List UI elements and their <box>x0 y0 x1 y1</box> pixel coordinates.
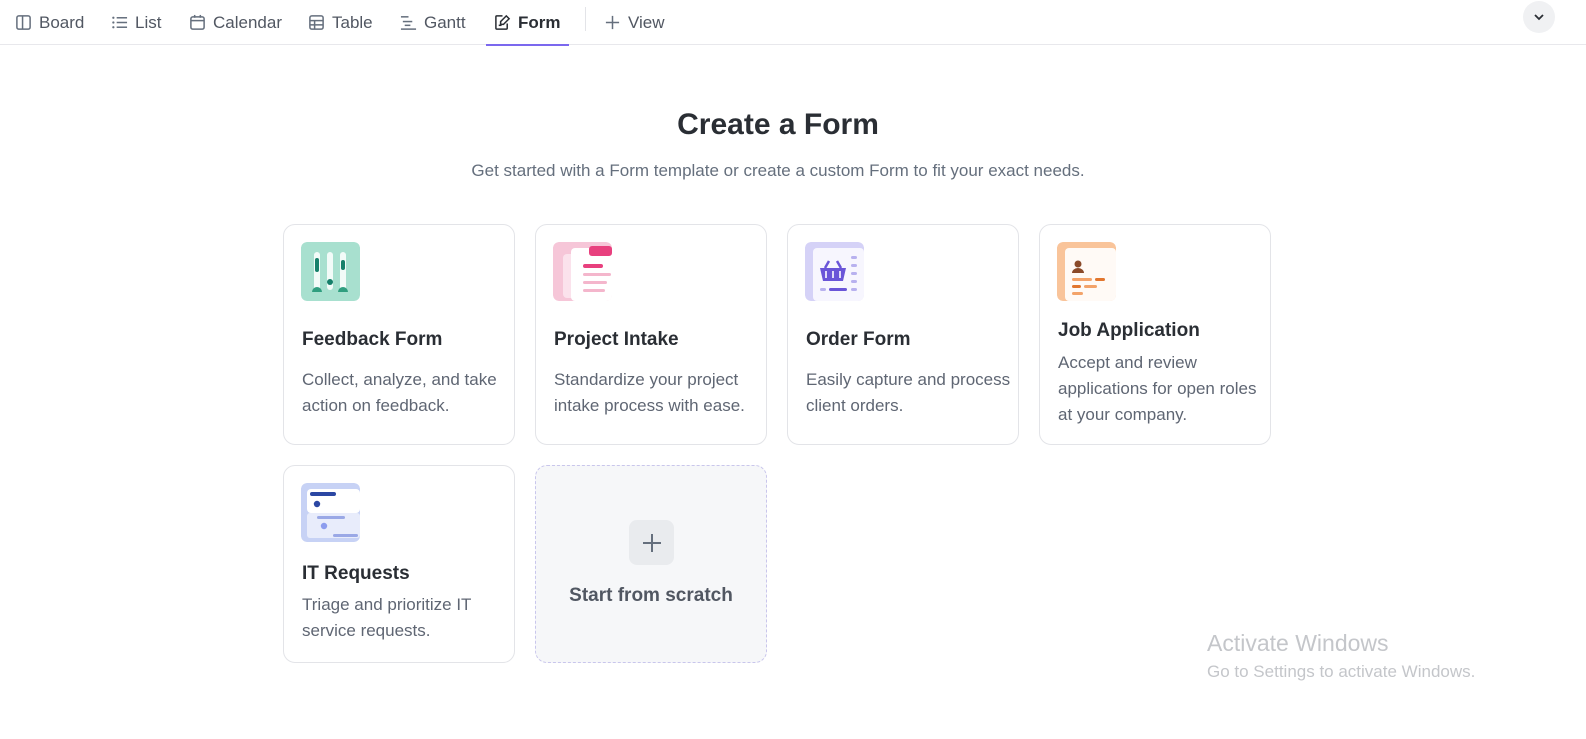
tab-gantt[interactable]: Gantt <box>400 0 466 45</box>
tab-label: Form <box>518 12 561 32</box>
template-title: Feedback Form <box>302 329 443 350</box>
template-title: IT Requests <box>302 563 410 584</box>
feedback-form-icon <box>301 242 360 301</box>
it-requests-icon <box>301 483 360 542</box>
tab-table[interactable]: Table <box>308 0 373 45</box>
tab-form[interactable]: Form <box>486 0 568 46</box>
page-subtitle: Get started with a Form template or crea… <box>471 161 1085 180</box>
template-description: Easily capture and process client orders… <box>806 370 1011 415</box>
tab-label: List <box>135 12 162 32</box>
tab-label: Calendar <box>213 12 282 32</box>
tab-label: Gantt <box>424 12 466 32</box>
project-intake-icon <box>553 242 612 301</box>
order-basket-icon <box>805 242 864 301</box>
calendar-icon <box>190 14 205 30</box>
plus-icon <box>605 15 620 30</box>
board-icon <box>16 15 31 30</box>
gantt-icon <box>400 16 417 30</box>
start-from-scratch-label: Start from scratch <box>569 585 733 606</box>
form-icon <box>495 14 511 30</box>
add-view-button[interactable]: View <box>604 0 665 45</box>
template-card-project-intake[interactable]: Project Intake Standardize your project … <box>535 224 767 445</box>
chevron-down-icon <box>1534 14 1544 21</box>
page-title: Create a Form <box>677 108 879 141</box>
activate-windows-title: Activate Windows <box>1207 630 1389 656</box>
template-description: Standardize your project intake process … <box>554 370 745 415</box>
view-tab-bar: Board List Calendar Table Gantt Form Vie… <box>0 0 1586 46</box>
tab-board[interactable]: Board <box>15 0 84 45</box>
template-card-job-application[interactable]: Job Application Accept and review applic… <box>1039 224 1271 445</box>
add-view-label: View <box>628 12 665 32</box>
start-from-scratch-button[interactable]: Start from scratch <box>535 465 767 663</box>
template-title: Project Intake <box>554 329 679 350</box>
template-description: Collect, analyze, and take action on fee… <box>302 370 497 415</box>
tab-calendar[interactable]: Calendar <box>189 0 282 45</box>
tab-label: Table <box>332 12 373 32</box>
tab-divider <box>585 7 586 31</box>
template-description: Accept and review applications for open … <box>1058 353 1257 424</box>
tab-label: Board <box>39 12 85 32</box>
activate-windows-subtitle: Go to Settings to activate Windows. <box>1207 662 1476 681</box>
template-title: Order Form <box>806 329 911 350</box>
template-card-it-requests[interactable]: IT Requests Triage and prioritize IT ser… <box>283 465 515 663</box>
job-application-icon <box>1057 242 1116 301</box>
list-icon <box>112 16 128 29</box>
template-card-feedback-form[interactable]: Feedback Form Collect, analyze, and take… <box>283 224 515 445</box>
template-title: Job Application <box>1058 320 1200 341</box>
template-description: Triage and prioritize IT service request… <box>302 595 472 640</box>
table-icon <box>309 15 324 30</box>
template-card-order-form[interactable]: Order Form Easily capture and process cl… <box>787 224 1019 445</box>
tab-list[interactable]: List <box>111 0 161 45</box>
plus-icon <box>629 520 674 565</box>
collapse-toggle-button[interactable] <box>1523 1 1555 33</box>
